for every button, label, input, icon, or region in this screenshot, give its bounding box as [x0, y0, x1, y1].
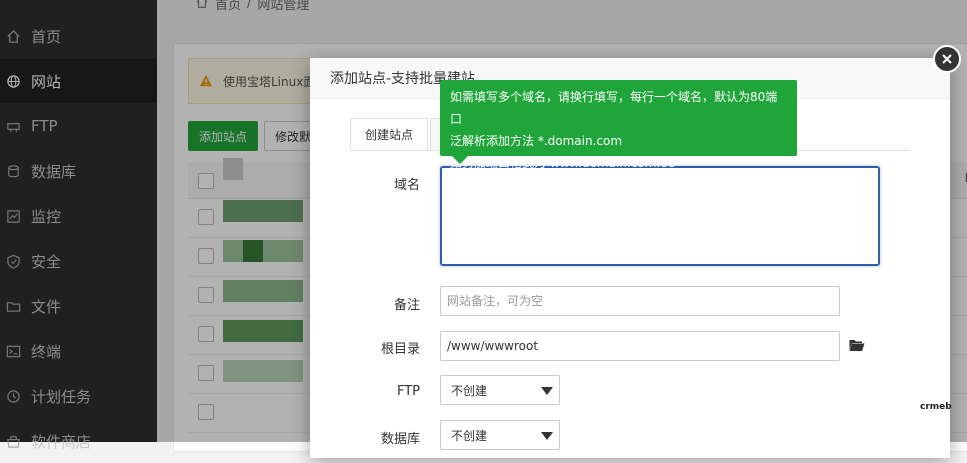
- close-button[interactable]: [933, 45, 961, 73]
- chevron-down-icon: [541, 387, 553, 395]
- tab-create-site[interactable]: 创建站点: [350, 118, 428, 150]
- tooltip-line: 泛解析添加方法 *.domain.com: [450, 134, 623, 148]
- ftp-select-value: 不创建: [451, 383, 488, 398]
- domain-label: 域名: [393, 178, 420, 193]
- tooltip-line: 如另加端口格式为 www.domain.com:88: [450, 156, 676, 170]
- close-icon: [942, 54, 952, 64]
- root-dir-label: 根目录: [380, 342, 420, 357]
- tooltip-line: 如需填写多个域名，请换行填写，每行一个域名，默认为80端口: [450, 90, 778, 126]
- tooltip-arrow: [452, 156, 468, 164]
- chevron-down-icon: [541, 432, 553, 440]
- domain-textarea[interactable]: [440, 166, 880, 266]
- remark-label: 备注: [393, 298, 420, 313]
- database-select-value: 不创建: [451, 428, 488, 443]
- ftp-select[interactable]: 不创建: [440, 375, 560, 405]
- watermark: crmeb: [920, 402, 952, 412]
- domain-tooltip: 如需填写多个域名，请换行填写，每行一个域名，默认为80端口 泛解析添加方法 *.…: [440, 80, 797, 170]
- folder-open-icon[interactable]: [849, 338, 865, 352]
- database-select[interactable]: 不创建: [440, 420, 560, 450]
- root-dir-input[interactable]: [440, 331, 840, 361]
- database-label: 数据库: [380, 432, 420, 447]
- remark-input[interactable]: [440, 286, 840, 316]
- ftp-label: FTP: [396, 384, 420, 399]
